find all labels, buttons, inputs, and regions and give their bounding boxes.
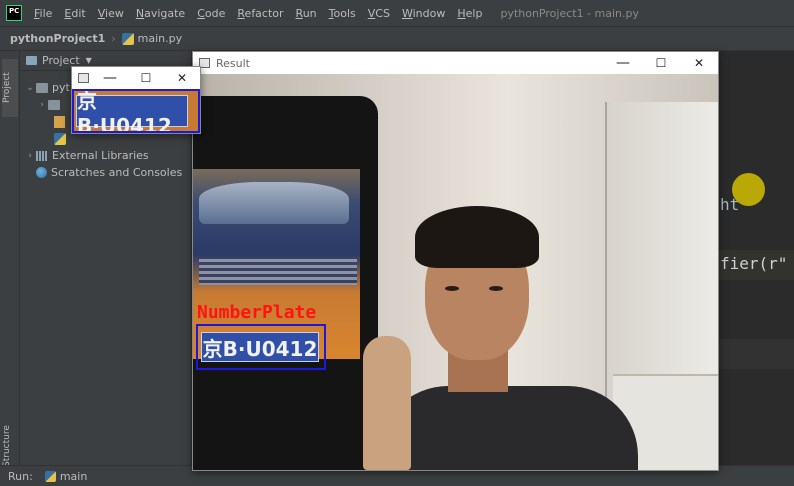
folder-icon — [26, 56, 37, 65]
close-button[interactable]: ✕ — [164, 67, 200, 89]
tool-tab-project[interactable]: Project — [2, 59, 18, 117]
menu-window[interactable]: Window — [396, 0, 451, 27]
menu-edit[interactable]: Edit — [58, 0, 91, 27]
menu-help[interactable]: Help — [451, 0, 488, 27]
car-windshield — [199, 182, 349, 224]
detection-box — [72, 89, 200, 133]
crop-window[interactable]: — ☐ ✕ 京B·U0412 — [71, 66, 201, 134]
menu-refactor[interactable]: Refactor — [231, 0, 289, 27]
detection-box — [196, 324, 326, 370]
left-tool-strip: Project Structure — [0, 51, 20, 467]
chevron-right-icon[interactable]: › — [24, 151, 36, 161]
window-app-icon — [78, 73, 89, 83]
breadcrumb-separator-icon: › — [111, 32, 116, 45]
chevron-right-icon[interactable]: › — [36, 100, 48, 110]
crop-window-titlebar[interactable]: — ☐ ✕ — [72, 67, 200, 89]
person-eye — [445, 286, 459, 291]
chevron-down-icon[interactable]: ⌄ — [24, 83, 36, 93]
car-grille — [199, 259, 357, 285]
menu-run[interactable]: Run — [290, 0, 323, 27]
breadcrumb-project[interactable]: pythonProject1 — [10, 32, 105, 45]
maximize-button[interactable]: ☐ — [642, 52, 680, 74]
tree-row-external-libraries[interactable]: › External Libraries — [20, 147, 191, 164]
menu-bar: PC File Edit View Navigate Code Refactor… — [0, 0, 794, 27]
library-icon — [36, 150, 48, 161]
tool-tab-structure[interactable]: Structure — [2, 425, 18, 467]
scratches-icon — [36, 167, 47, 178]
code-line-band — [718, 339, 794, 369]
run-label: Run: — [8, 469, 33, 483]
python-file-icon — [44, 470, 56, 482]
person-shirt — [378, 386, 638, 470]
tree-label-external-libraries: External Libraries — [52, 149, 149, 162]
code-fragment: fier(r" — [720, 254, 788, 273]
breadcrumb-file[interactable]: main.py — [138, 32, 182, 45]
result-window-title: Result — [216, 56, 250, 70]
result-window[interactable]: Result — ☐ ✕ 京B·U0412 NumberPlate — [192, 51, 719, 471]
menu-view[interactable]: View — [92, 0, 130, 27]
menu-code[interactable]: Code — [191, 0, 231, 27]
detection-label: NumberPlate — [197, 302, 317, 323]
run-tab-main[interactable]: main — [44, 469, 88, 483]
python-file-icon — [121, 32, 134, 45]
menu-tools[interactable]: Tools — [323, 0, 362, 27]
camera-frame: 京B·U0412 NumberPlate — [193, 74, 718, 470]
file-icon — [54, 115, 65, 128]
tree-row-scratches[interactable]: Scratches and Consoles — [20, 164, 191, 181]
chevron-down-icon[interactable]: ▼ — [86, 56, 92, 65]
window-title: pythonProject1 - main.py — [500, 6, 640, 20]
pycharm-ide: PC File Edit View Navigate Code Refactor… — [0, 0, 794, 486]
menu-file[interactable]: File — [28, 0, 58, 27]
maximize-button[interactable]: ☐ — [128, 67, 164, 89]
python-file-icon — [54, 132, 66, 145]
hand — [363, 336, 411, 470]
folder-icon — [36, 82, 48, 93]
folder-icon — [48, 99, 60, 110]
code-fragment: ht — [720, 195, 740, 214]
minimize-button[interactable]: — — [92, 67, 128, 89]
result-window-titlebar[interactable]: Result — ☐ ✕ — [193, 52, 718, 74]
run-tab-label: main — [59, 469, 88, 483]
pycharm-logo-icon: PC — [6, 5, 22, 21]
minimize-button[interactable]: — — [604, 52, 642, 74]
close-button[interactable]: ✕ — [680, 52, 718, 74]
cropped-plate-image: 京B·U0412 — [72, 89, 200, 133]
navigation-bar: pythonProject1 › main.py — [0, 27, 794, 51]
person-hair — [415, 206, 539, 268]
tree-label-scratches: Scratches and Consoles — [51, 166, 183, 179]
person-eye — [489, 286, 503, 291]
menu-navigate[interactable]: Navigate — [130, 0, 191, 27]
tree-label-project-root: pyt — [52, 81, 70, 94]
menu-vcs[interactable]: VCS — [362, 0, 396, 27]
